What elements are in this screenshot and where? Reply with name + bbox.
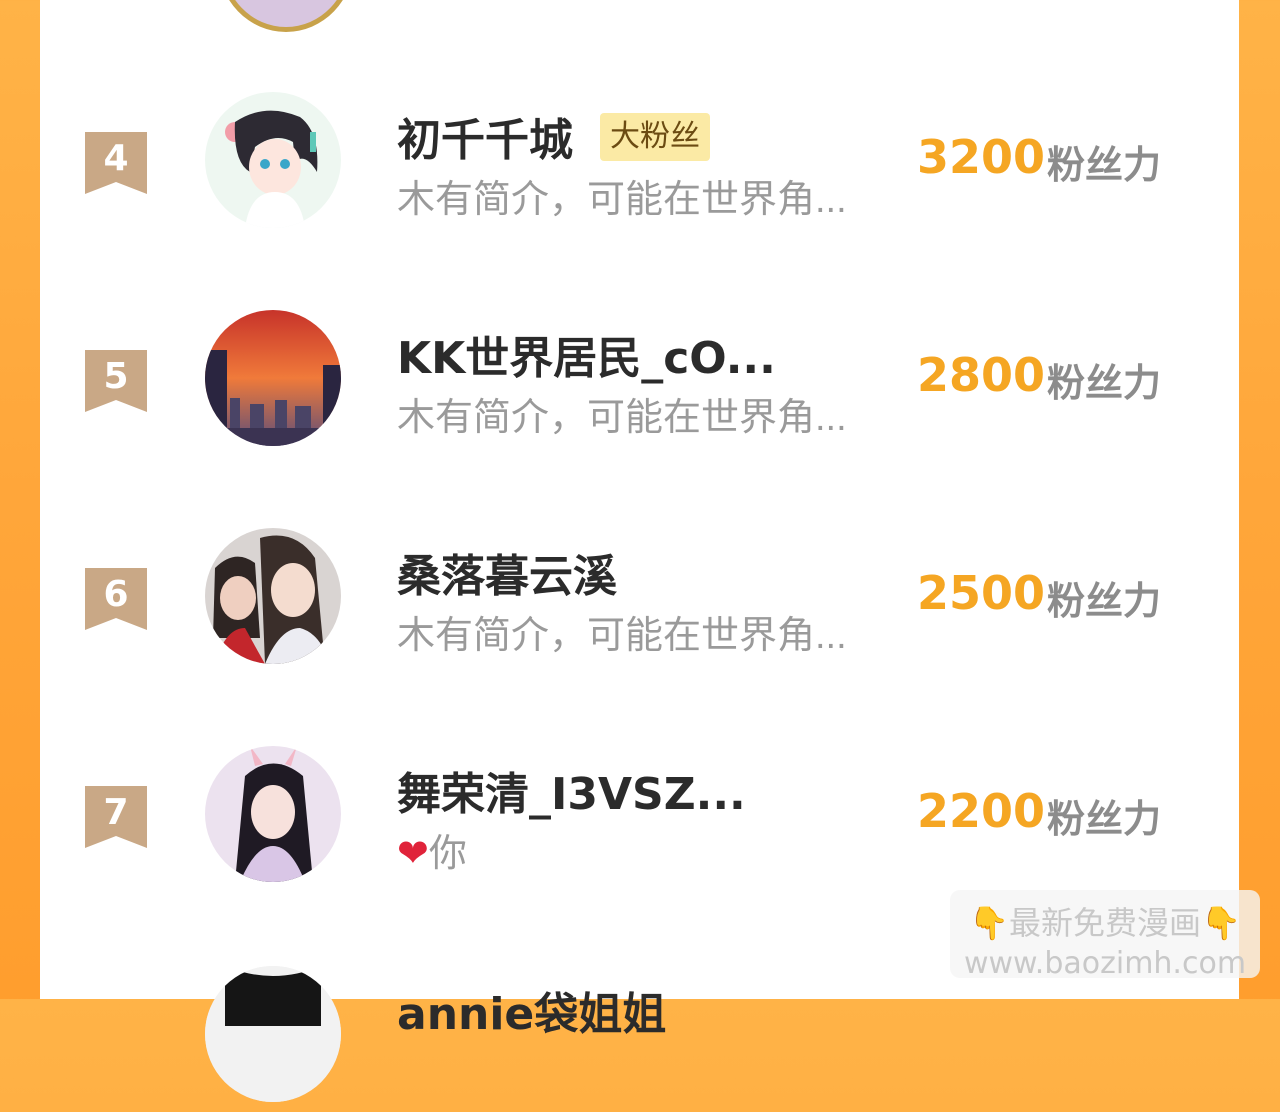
watermark-line-1: 👇最新免费漫画👇 <box>969 905 1241 941</box>
username[interactable]: 初千千城 <box>397 104 573 168</box>
username[interactable]: annie袋姐姐 <box>397 978 666 1042</box>
fan-score-unit: 粉丝力 <box>1047 145 1162 187</box>
site-watermark: 👇最新免费漫画👇 www.baozimh.com <box>950 890 1260 981</box>
fan-score: 3200 <box>917 130 1046 184</box>
rank-number: 7 <box>103 792 129 833</box>
pointing-down-icon: 👇 <box>969 905 1009 941</box>
rank-badge: 4 <box>85 132 147 194</box>
pointing-down-icon: 👇 <box>1201 905 1241 941</box>
fan-score-unit: 粉丝力 <box>1047 581 1162 623</box>
avatar-rank-3-partial[interactable] <box>218 0 354 32</box>
rank-number: 4 <box>103 138 129 179</box>
fan-ranking-panel: 4 初千千城 大粉丝 木有简介，可能在世界角... 3200 粉丝力 5 KK世… <box>40 0 1239 1102</box>
fan-score: 2500 <box>917 566 1046 620</box>
fan-score: 2800 <box>917 348 1046 402</box>
ranking-row[interactable]: 5 KK世界居民_cO... 木有简介，可能在世界角... 2800 粉丝力 <box>40 298 1239 458</box>
avatar[interactable] <box>205 310 341 446</box>
fan-score-unit: 粉丝力 <box>1047 799 1162 841</box>
fan-level-badge: 大粉丝 <box>600 113 710 161</box>
user-intro: 木有简介，可能在世界角... <box>397 615 847 657</box>
rank-number: 5 <box>103 356 129 397</box>
sparkling-heart-icon: ❤ <box>397 833 429 875</box>
avatar[interactable] <box>205 746 341 882</box>
ranking-row[interactable]: 4 初千千城 大粉丝 木有简介，可能在世界角... 3200 粉丝力 <box>40 80 1239 240</box>
rank-number: 6 <box>103 574 129 615</box>
fan-score-unit: 粉丝力 <box>1047 363 1162 405</box>
username[interactable]: 桑落暮云溪 <box>397 540 617 604</box>
avatar[interactable] <box>205 528 341 664</box>
rank-badge: 6 <box>85 568 147 630</box>
rank-badge: 7 <box>85 786 147 848</box>
watermark-line-2: www.baozimh.com <box>963 946 1247 981</box>
user-intro: 木有简介，可能在世界角... <box>397 397 847 439</box>
user-intro: 木有简介，可能在世界角... <box>397 179 847 221</box>
username[interactable]: KK世界居民_cO... <box>397 322 776 386</box>
user-intro: ❤你 <box>397 833 467 875</box>
username[interactable]: 舞荣清_I3VSZ... <box>397 758 746 822</box>
avatar[interactable] <box>205 92 341 228</box>
fan-score: 2200 <box>917 784 1046 838</box>
rank-badge: 5 <box>85 350 147 412</box>
ranking-row[interactable]: 7 舞荣清_I3VSZ... ❤你 2200 粉丝力 <box>40 734 1239 894</box>
avatar[interactable] <box>205 966 341 1102</box>
ranking-row[interactable]: 6 桑落暮云溪 木有简介，可能在世界角... 2500 粉丝力 <box>40 516 1239 676</box>
